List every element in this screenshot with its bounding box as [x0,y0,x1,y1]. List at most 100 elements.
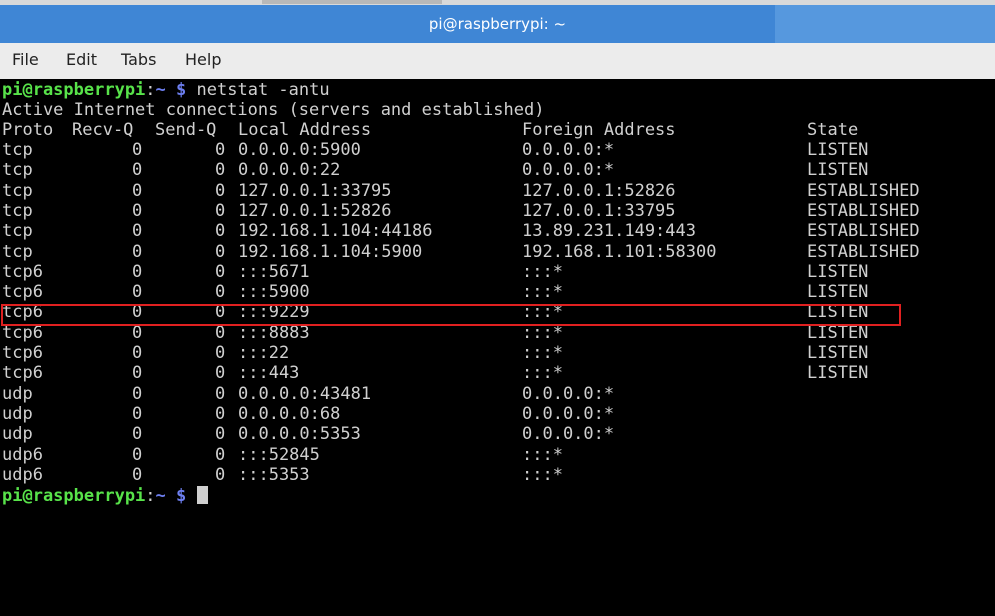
cell-proto: tcp6 [2,363,43,384]
terminal-output[interactable]: pi@raspberrypi:~ $ netstat -antu Active … [0,79,995,616]
cell-local: :::5671 [238,261,310,282]
connection-row: udp 0 0 0.0.0.0:5353 0.0.0.0:* [2,424,992,444]
cell-foreign: 0.0.0.0:* [522,383,615,404]
cell-foreign: 127.0.0.1:33795 [522,200,676,221]
cell-recvq: 0 [132,343,143,363]
cell-state: ESTABLISHED [807,241,920,262]
cell-sendq: 0 [215,282,226,303]
column-sendq: Send-Q [155,120,217,140]
final-prompt-line: pi@raspberrypi:~ $ [2,486,208,506]
cell-local: 127.0.0.1:33795 [238,180,392,201]
cell-state: ESTABLISHED [807,221,920,242]
cell-foreign: 192.168.1.101:58300 [522,241,717,262]
cell-foreign: 0.0.0.0:* [522,424,615,445]
cell-proto: tcp6 [2,282,43,303]
cell-foreign: 127.0.0.1:52826 [522,180,676,201]
connection-row: tcp 0 0 0.0.0.0:22 0.0.0.0:* LISTEN [2,160,992,180]
column-header-row: Proto Recv-Q Send-Q Local Address Foreig… [2,120,992,140]
cell-local: 127.0.0.1:52826 [238,200,392,221]
cell-state: LISTEN [807,343,869,363]
connection-row: tcp 0 0 127.0.0.1:52826 127.0.0.1:33795 ESTAB… [2,201,992,221]
window-title: pi@raspberrypi: ~ [428,15,567,33]
command-text: netstat -antu [196,80,330,100]
menu-file[interactable]: File [12,43,39,79]
prompt-sign: $ [176,486,187,506]
cell-state: ESTABLISHED [807,200,920,221]
cell-proto: tcp [2,221,33,242]
cell-recvq: 0 [132,160,143,181]
cell-recvq: 0 [132,403,143,424]
cell-foreign: :::* [522,363,563,384]
cell-local: :::443 [238,363,300,384]
cell-foreign: :::* [522,464,563,485]
cell-sendq: 0 [215,261,226,282]
cell-recvq: 0 [132,221,143,242]
cell-local: :::22 [238,343,290,363]
cell-recvq: 0 [132,464,143,485]
cell-proto: udp6 [2,464,43,485]
menu-tabs[interactable]: Tabs [121,43,156,79]
top-strip-tab [262,0,442,4]
column-foreign-address: Foreign Address [522,120,676,140]
cell-local: 0.0.0.0:68 [238,403,341,424]
connection-row: tcp 0 0 0.0.0.0:5900 0.0.0.0:* LISTEN [2,140,992,160]
cell-state: LISTEN [807,140,869,160]
prompt-user-host: pi@raspberrypi [2,80,146,100]
connection-row: tcp 0 0 192.168.1.104:44186 13.89.231.149:44… [2,221,992,241]
cell-sendq: 0 [215,241,226,262]
cell-sendq: 0 [215,403,226,424]
prompt-user-host: pi@raspberrypi [2,486,146,506]
cell-proto: udp [2,424,33,445]
cell-local: 0.0.0.0:5900 [238,140,361,160]
output-header: Active Internet connections (servers and… [2,100,545,120]
column-state: State [807,120,859,140]
cell-foreign: :::* [522,261,563,282]
title-bar[interactable]: pi@raspberrypi: ~ [0,5,995,43]
cell-local: 0.0.0.0:5353 [238,424,361,445]
highlight-box [1,304,901,326]
cell-sendq: 0 [215,464,226,485]
menu-edit[interactable]: Edit [66,43,97,79]
cell-recvq: 0 [132,140,143,160]
cell-proto: udp6 [2,444,43,465]
cell-proto: tcp [2,160,33,181]
cell-state: LISTEN [807,160,869,181]
cell-state: ESTABLISHED [807,180,920,201]
cell-proto: tcp6 [2,261,43,282]
cell-sendq: 0 [215,140,226,160]
cell-foreign: :::* [522,444,563,465]
cell-foreign: 0.0.0.0:* [522,403,615,424]
cell-proto: udp [2,403,33,424]
cell-sendq: 0 [215,383,226,404]
prompt-sign: $ [176,80,187,100]
menu-help[interactable]: Help [185,43,221,79]
cell-recvq: 0 [132,200,143,221]
connection-row: tcp6 0 0:::443:::* LISTEN [2,363,992,383]
prompt-separator: : [145,486,156,506]
cell-proto: tcp [2,140,33,160]
column-proto: Proto [2,120,54,140]
prompt-path: ~ [155,486,166,506]
cell-local: 192.168.1.104:5900 [238,241,423,262]
connection-row: udp6 0 0:::5353:::* [2,465,992,485]
cell-recvq: 0 [132,424,143,445]
text-cursor [196,486,208,504]
cell-sendq: 0 [215,221,226,242]
cell-sendq: 0 [215,200,226,221]
cell-recvq: 0 [132,241,143,262]
cell-local: :::5900 [238,282,310,303]
cell-local: 192.168.1.104:44186 [238,221,433,242]
cell-state: LISTEN [807,261,869,282]
cell-local: :::5353 [238,464,310,485]
column-recvq: Recv-Q [72,120,134,140]
cell-foreign: 13.89.231.149:443 [522,221,696,242]
cell-recvq: 0 [132,363,143,384]
connection-row: tcp 0 0 192.168.1.104:5900 192.168.1.101:583… [2,242,992,262]
connection-row: udp6 0 0:::52845:::* [2,445,992,465]
cell-recvq: 0 [132,444,143,465]
cell-local: 0.0.0.0:43481 [238,383,372,404]
connection-row: tcp6 0 0:::5900:::* LISTEN [2,282,992,302]
cell-foreign: :::* [522,343,563,363]
connection-row: udp 0 0 0.0.0.0:43481 0.0.0.0:* [2,384,992,404]
cell-proto: tcp6 [2,343,43,363]
